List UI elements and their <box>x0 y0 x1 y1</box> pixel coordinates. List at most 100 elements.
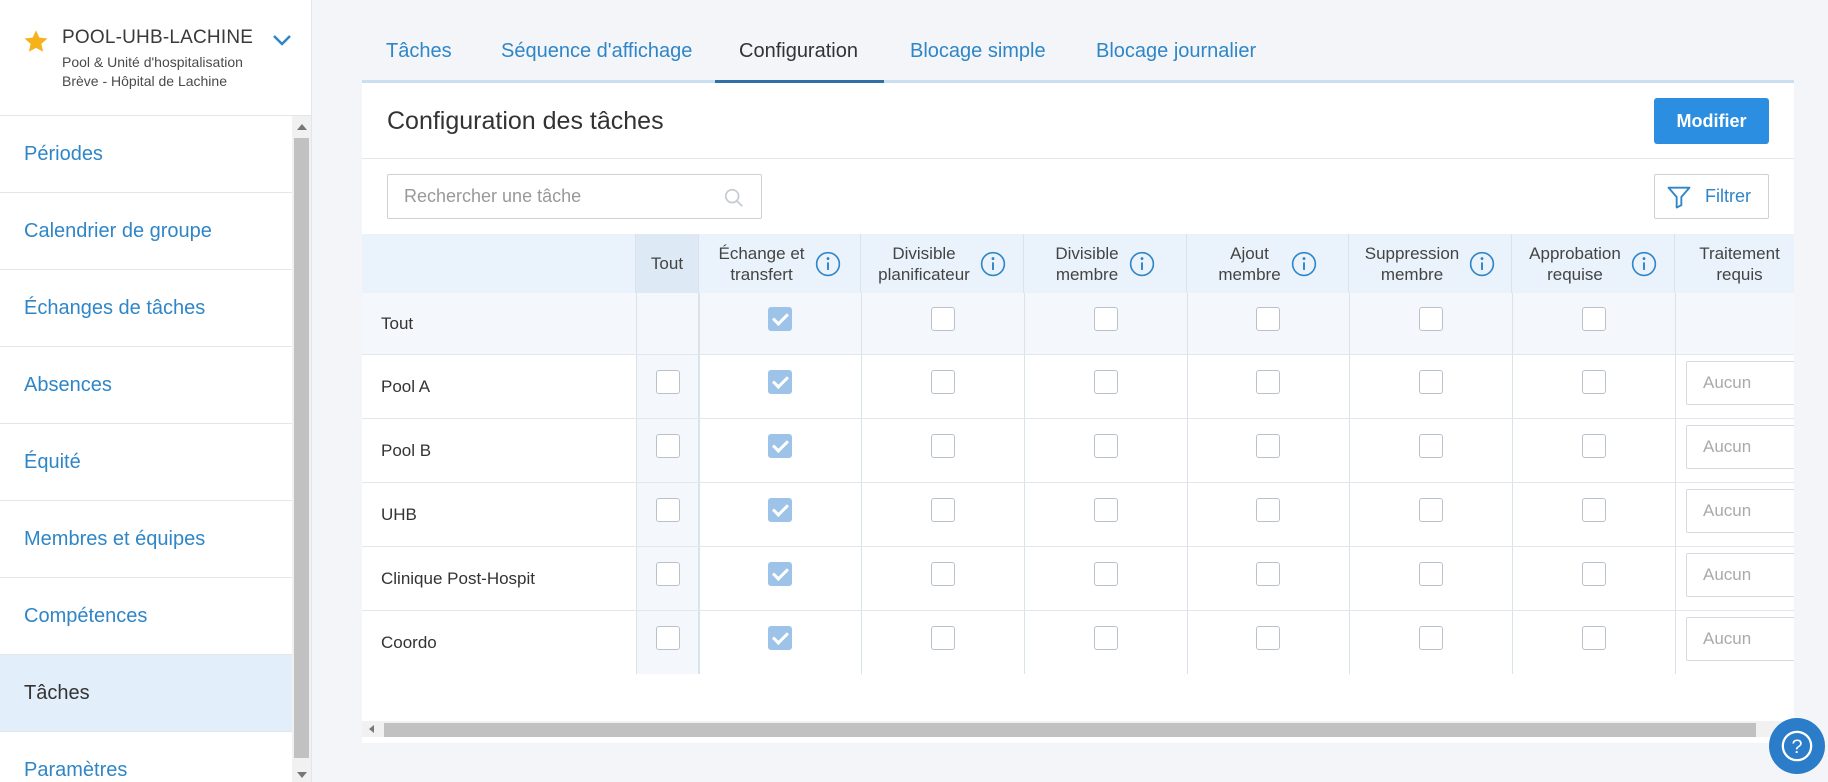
column-divider <box>1024 547 1025 610</box>
column-divider <box>1512 293 1513 354</box>
checkbox[interactable] <box>931 434 955 458</box>
checkbox[interactable] <box>1582 562 1606 586</box>
checkbox[interactable] <box>1094 498 1118 522</box>
column-divider <box>1187 547 1188 610</box>
checkbox[interactable] <box>656 434 680 458</box>
row-label: Pool A <box>381 377 431 396</box>
checkbox[interactable] <box>656 370 680 394</box>
sidebar-item-periodes[interactable]: Périodes <box>0 116 292 193</box>
column-header: Suppression membre <box>1349 234 1512 293</box>
scroll-left-arrow[interactable] <box>369 725 374 733</box>
info-icon[interactable] <box>1469 251 1495 277</box>
sidebar-scrollbar-thumb[interactable] <box>294 138 309 758</box>
sidebar-item-taches[interactable]: Tâches <box>0 655 292 732</box>
info-icon[interactable] <box>1631 251 1657 277</box>
sidebar-item-equite[interactable]: Équité <box>0 424 292 501</box>
checkbox[interactable] <box>931 498 955 522</box>
checkbox[interactable] <box>656 626 680 650</box>
search-input[interactable] <box>388 175 708 218</box>
checkbox[interactable] <box>931 370 955 394</box>
sidebar-item-echanges-de-taches[interactable]: Échanges de tâches <box>0 270 292 347</box>
checkbox[interactable] <box>1419 562 1443 586</box>
checkbox[interactable] <box>1256 370 1280 394</box>
checkbox[interactable] <box>1419 307 1443 331</box>
column-divider <box>1187 483 1188 546</box>
column-divider <box>1024 293 1025 354</box>
sidebar-item-membres-et-equipes[interactable]: Membres et équipes <box>0 501 292 578</box>
checkbox[interactable] <box>656 498 680 522</box>
traitement-select[interactable]: Aucun <box>1686 553 1794 597</box>
traitement-select[interactable]: Aucun <box>1686 425 1794 469</box>
checkbox[interactable] <box>1419 370 1443 394</box>
checkbox[interactable] <box>1256 562 1280 586</box>
column-header-label: Tout <box>650 254 684 273</box>
config-card: Configuration des tâches Modifier Filtre… <box>362 83 1794 743</box>
checkbox[interactable] <box>768 562 792 586</box>
checkbox[interactable] <box>768 370 792 394</box>
column-divider <box>1675 547 1676 610</box>
sidebar-item-absences[interactable]: Absences <box>0 347 292 424</box>
star-icon[interactable] <box>22 28 50 56</box>
checkbox[interactable] <box>1419 498 1443 522</box>
help-button[interactable]: ? <box>1769 718 1825 774</box>
column-divider <box>861 483 862 546</box>
scroll-down-arrow[interactable] <box>297 772 307 778</box>
checkbox[interactable] <box>931 562 955 586</box>
column-header: Traitement requis <box>1675 234 1794 293</box>
tab-configuration[interactable]: Configuration <box>739 40 858 63</box>
checkbox[interactable] <box>768 307 792 331</box>
info-icon[interactable] <box>1291 251 1317 277</box>
sidebar-scrollbar[interactable] <box>292 116 311 782</box>
checkbox[interactable] <box>1582 498 1606 522</box>
tab-sequence-affichage[interactable]: Séquence d'affichage <box>501 40 692 63</box>
checkbox[interactable] <box>1582 307 1606 331</box>
modify-button[interactable]: Modifier <box>1654 98 1769 144</box>
column-divider <box>699 483 700 546</box>
scroll-up-arrow[interactable] <box>297 124 307 130</box>
sidebar-item-parametres[interactable]: Paramètres <box>0 732 292 782</box>
checkbox[interactable] <box>768 626 792 650</box>
horizontal-scrollbar-thumb[interactable] <box>384 723 1756 737</box>
checkbox[interactable] <box>768 434 792 458</box>
checkbox[interactable] <box>768 498 792 522</box>
sidebar: POOL-UHB-LACHINE Pool & Unité d'hospital… <box>0 0 312 782</box>
info-icon[interactable] <box>980 251 1006 277</box>
traitement-select[interactable]: Aucun <box>1686 489 1794 533</box>
info-icon[interactable] <box>815 251 841 277</box>
traitement-select[interactable]: Aucun <box>1686 361 1794 405</box>
sidebar-nav: Périodes Calendrier de groupe Échanges d… <box>0 116 292 782</box>
checkbox[interactable] <box>1582 626 1606 650</box>
checkbox[interactable] <box>1094 370 1118 394</box>
checkbox[interactable] <box>1256 626 1280 650</box>
column-header-label: Approbation requise <box>1529 243 1621 284</box>
info-icon[interactable] <box>1129 251 1155 277</box>
checkbox[interactable] <box>931 307 955 331</box>
checkbox[interactable] <box>1094 626 1118 650</box>
checkbox[interactable] <box>1582 370 1606 394</box>
tab-blocage-simple[interactable]: Blocage simple <box>910 40 1046 63</box>
chevron-down-icon[interactable] <box>270 28 294 52</box>
tab-taches[interactable]: Tâches <box>386 40 452 63</box>
checkbox[interactable] <box>1582 434 1606 458</box>
checkbox[interactable] <box>1094 434 1118 458</box>
traitement-select[interactable]: Aucun <box>1686 617 1794 661</box>
checkbox[interactable] <box>656 562 680 586</box>
tab-blocage-journalier[interactable]: Blocage journalier <box>1096 40 1256 63</box>
checkbox[interactable] <box>931 626 955 650</box>
checkbox[interactable] <box>1256 498 1280 522</box>
sidebar-item-competences[interactable]: Compétences <box>0 578 292 655</box>
checkbox[interactable] <box>1419 626 1443 650</box>
checkbox[interactable] <box>1256 434 1280 458</box>
horizontal-scrollbar[interactable] <box>362 721 1794 737</box>
filter-button[interactable]: Filtrer <box>1654 174 1769 219</box>
sidebar-item-calendrier-de-groupe[interactable]: Calendrier de groupe <box>0 193 292 270</box>
column-divider <box>1675 293 1676 354</box>
search-box[interactable] <box>387 174 762 219</box>
checkbox[interactable] <box>1094 562 1118 586</box>
checkbox[interactable] <box>1256 307 1280 331</box>
column-divider <box>1349 293 1350 354</box>
checkbox[interactable] <box>1094 307 1118 331</box>
column-divider <box>1512 483 1513 546</box>
task-config-table: Tout Échange et transfert Divisible planif… <box>362 234 1794 674</box>
checkbox[interactable] <box>1419 434 1443 458</box>
